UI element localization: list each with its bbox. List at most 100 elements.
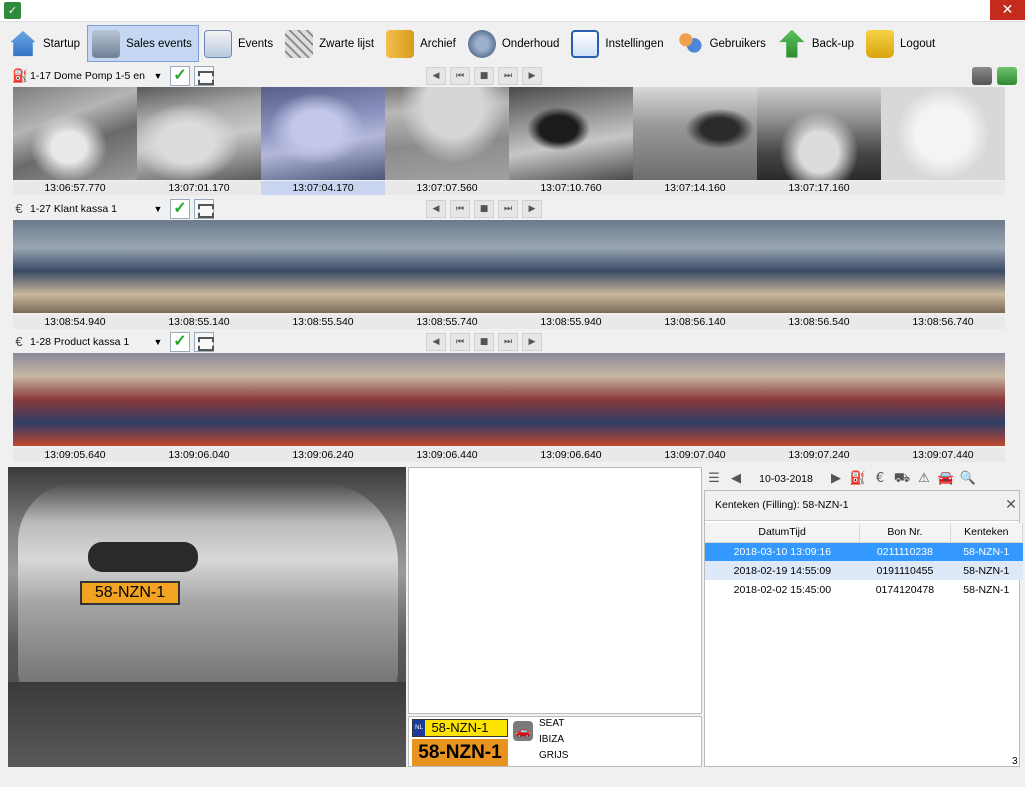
frame-thumbnail[interactable] (137, 87, 261, 180)
frame-thumbnail[interactable] (633, 220, 757, 313)
toolbar-maintenance-button[interactable]: Onderhoud (463, 25, 567, 62)
skip-back-icon[interactable]: ⏮ (450, 67, 470, 85)
frame-thumbnail[interactable] (881, 220, 1005, 313)
strip-1-camera-select[interactable]: ⛽ 1-17 Dome Pomp 1-5 en ▼ ✓ (12, 66, 214, 86)
frame-thumbnail[interactable] (13, 353, 137, 446)
car-grille (88, 542, 198, 572)
cell-plate: 58-NZN-1 (950, 542, 1023, 561)
strip-3-film-button[interactable] (194, 332, 214, 352)
euro-icon[interactable]: € (870, 469, 890, 489)
toolbar-logout-button[interactable]: Logout (861, 25, 942, 62)
frame-thumbnail[interactable] (13, 220, 137, 313)
strip-1-check-button[interactable]: ✓ (170, 66, 190, 86)
stop-icon[interactable]: ■ (474, 200, 494, 218)
frame-thumbnail[interactable] (261, 353, 385, 446)
toolbar-startup-button[interactable]: Startup (4, 25, 87, 62)
toolbar-blacklist-button[interactable]: Zwarte lijst (280, 25, 381, 62)
timestamp: 13:09:06.240 (292, 449, 354, 461)
skip-back-icon[interactable]: ⏮ (450, 333, 470, 351)
frame-thumbnail[interactable] (385, 220, 509, 313)
toolbar-archive-button[interactable]: Archief (381, 25, 463, 62)
panel-title: Kenteken (Filling): 58-NZN-1 (715, 499, 849, 511)
strip-3-check-button[interactable]: ✓ (170, 332, 190, 352)
skip-forward-icon[interactable]: ⏭ (498, 200, 518, 218)
cell-bon: 0191110455 (859, 561, 951, 580)
timestamp (881, 181, 1005, 195)
fuel-pump-icon[interactable]: ⛽ (848, 469, 868, 489)
frame-thumbnail[interactable] (137, 353, 261, 446)
table-row[interactable]: 2018-03-10 13:09:16 0211110238 58-NZN-1 (705, 542, 1023, 561)
next-arrow-icon[interactable]: ▶ (522, 67, 542, 85)
frame-thumbnail[interactable] (633, 87, 757, 180)
strip-3-camera-select[interactable]: € 1-28 Product kassa 1 ▼ ✓ (12, 332, 214, 352)
prev-arrow-icon[interactable]: ◀ (426, 200, 446, 218)
frame-thumbnail[interactable] (757, 353, 881, 446)
strip-1-playback-controls: ◀ ⏮ ■ ⏭ ▶ (426, 67, 542, 85)
plate-info-box: NL 58-NZN-1 58-NZN-1 🚗 SEAT IBIZA GRIJS (408, 716, 702, 767)
toolbar-settings-button[interactable]: Instellingen (566, 25, 670, 62)
toolbar-users-button[interactable]: Gebruikers (671, 25, 773, 62)
menu-icon[interactable]: ☰ (704, 469, 724, 489)
next-date-icon[interactable]: ▶ (826, 469, 846, 489)
prev-arrow-icon[interactable]: ◀ (426, 67, 446, 85)
strip-2-check-button[interactable]: ✓ (170, 199, 190, 219)
strip-2-film-button[interactable] (194, 199, 214, 219)
frame-thumbnail[interactable] (881, 353, 1005, 446)
frame-thumbnail[interactable] (385, 87, 509, 180)
toolbar-backup-button[interactable]: Back-up (773, 25, 861, 62)
column-header-bon[interactable]: Bon Nr. (859, 523, 951, 543)
timestamp: 13:07:17.160 (788, 182, 850, 194)
table-row[interactable]: 2018-02-02 15:45:00 0174120478 58-NZN-1 (705, 580, 1023, 599)
home-icon (10, 30, 36, 57)
strip-2-controls: € 1-27 Klant kassa 1 ▼ ✓ ◀ ⏮ ■ ⏭ ▶ (8, 198, 1020, 220)
toolbar-events-label: Events (237, 37, 274, 50)
selected-frame-image: 58-NZN-1 (8, 467, 406, 767)
frame-thumbnail[interactable] (137, 220, 261, 313)
toolbar-sales-events-button[interactable]: Sales events (87, 25, 199, 62)
frame-thumbnail[interactable] (633, 353, 757, 446)
frame-thumbnail[interactable] (509, 87, 633, 180)
prev-arrow-icon[interactable]: ◀ (426, 333, 446, 351)
car-front-icon[interactable]: ⛟ (892, 469, 912, 489)
skip-back-icon[interactable]: ⏮ (450, 200, 470, 218)
next-arrow-icon[interactable]: ▶ (522, 200, 542, 218)
road-surface (8, 682, 406, 767)
skip-forward-icon[interactable]: ⏭ (498, 67, 518, 85)
chevron-down-icon[interactable]: ▼ (150, 71, 166, 81)
table-row[interactable]: 2018-02-19 14:55:09 0191110455 58-NZN-1 (705, 561, 1023, 580)
chevron-down-icon[interactable]: ▼ (150, 204, 166, 214)
strip-1-film-button[interactable] (194, 66, 214, 86)
toolbar-events-button[interactable]: Events (199, 25, 280, 62)
frame-thumbnail[interactable] (13, 87, 137, 180)
next-arrow-icon[interactable]: ▶ (522, 333, 542, 351)
column-header-datetime[interactable]: DatumTijd (705, 523, 861, 543)
skip-forward-icon[interactable]: ⏭ (498, 333, 518, 351)
prev-date-icon[interactable]: ◀ (726, 469, 746, 489)
timestamp: 13:07:14.160 (664, 182, 726, 194)
frame-thumbnail[interactable] (757, 87, 881, 180)
timestamp: 13:09:06.640 (540, 449, 602, 461)
car-icon[interactable]: 🚘 (936, 469, 956, 489)
frame-thumbnail[interactable] (261, 220, 385, 313)
stop-icon[interactable]: ■ (474, 333, 494, 351)
column-header-plate[interactable]: Kenteken (950, 523, 1024, 543)
frame-thumbnail[interactable] (757, 220, 881, 313)
frame-thumbnail[interactable] (385, 353, 509, 446)
vehicle-make: SEAT (539, 718, 565, 729)
frame-thumbnail[interactable] (509, 220, 633, 313)
toolbar-maintenance-label: Onderhoud (501, 37, 560, 50)
strip-2-timestamps: 13:08:54.940 13:08:55.140 13:08:55.540 1… (13, 315, 1005, 329)
strip-1-frames (13, 87, 1005, 180)
frame-thumbnail-selected[interactable] (261, 87, 385, 180)
frame-placeholder (881, 87, 1005, 180)
close-icon[interactable]: ✕ (1003, 496, 1019, 514)
frame-thumbnail[interactable] (509, 353, 633, 446)
stop-icon[interactable]: ■ (474, 67, 494, 85)
pump-search-icon[interactable]: 🔍 (958, 469, 978, 489)
euro-icon: € (15, 334, 23, 349)
close-window-button[interactable]: ✕ (990, 0, 1025, 20)
warning-icon[interactable]: ⚠ (914, 469, 934, 489)
chevron-down-icon[interactable]: ▼ (150, 337, 166, 347)
date-field[interactable]: 10-03-2018 (748, 470, 824, 488)
strip-2-camera-select[interactable]: € 1-27 Klant kassa 1 ▼ ✓ (12, 199, 214, 219)
